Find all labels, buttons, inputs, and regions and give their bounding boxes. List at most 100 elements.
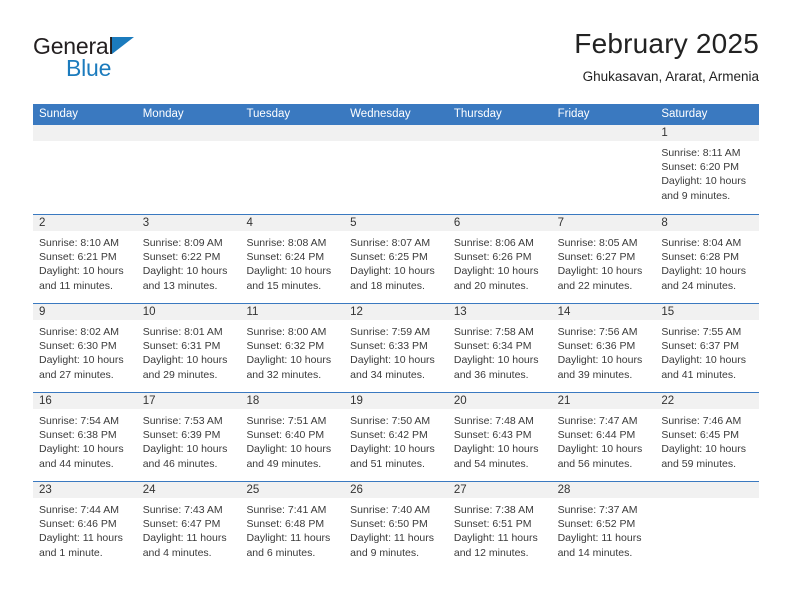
page-header: General Blue February 2025 Ghukasavan, A… <box>33 28 759 98</box>
sunrise-text: Sunrise: 7:38 AM <box>453 504 534 516</box>
daylight-text: Daylight: 11 hours and 6 minutes. <box>246 532 331 559</box>
daylight-text: Daylight: 10 hours and 56 minutes. <box>557 443 643 470</box>
day-cell-4[interactable]: 4 Sunrise: 8:08 AM Sunset: 6:24 PM Daylight… <box>240 215 345 303</box>
weekday-header-monday: Monday <box>142 108 184 120</box>
day-details: Sunrise: 8:00 AM Sunset: 6:32 PM Daylight:… <box>240 321 344 382</box>
day-number: 26 <box>350 484 363 496</box>
day-cell-28[interactable]: 28 Sunrise: 7:37 AM Sunset: 6:52 PM Dayligh… <box>551 482 656 570</box>
daylight-text: Daylight: 10 hours and 20 minutes. <box>453 265 539 292</box>
daylight-text: Daylight: 10 hours and 54 minutes. <box>453 443 539 470</box>
day-cell-1[interactable]: 1 Sunrise: 8:11 AM Sunset: 6:20 PM Daylight… <box>655 125 760 214</box>
day-cell-13[interactable]: 13 Sunrise: 7:58 AM Sunset: 6:34 PM Dayligh… <box>447 304 552 392</box>
brand-name-general: General <box>33 33 114 59</box>
daylight-text: Daylight: 10 hours and 41 minutes. <box>661 354 746 381</box>
day-cell-6[interactable]: 6 Sunrise: 8:06 AM Sunset: 6:26 PM Daylight… <box>447 215 552 303</box>
day-details: Sunrise: 7:58 AM Sunset: 6:34 PM Daylight:… <box>448 321 552 382</box>
day-cell-5[interactable]: 5 Sunrise: 8:07 AM Sunset: 6:25 PM Daylight… <box>344 215 448 303</box>
daylight-text: Daylight: 10 hours and 29 minutes. <box>142 354 228 381</box>
calendar-week-row: 2 Sunrise: 8:10 AM Sunset: 6:21 PM Daylight… <box>33 214 760 303</box>
sunset-text: Sunset: 6:36 PM <box>557 340 636 353</box>
sunset-text: Sunset: 6:50 PM <box>350 518 428 531</box>
day-details: Sunrise: 7:56 AM Sunset: 6:36 PM Daylight:… <box>552 321 656 382</box>
daylight-text: Daylight: 10 hours and 24 minutes. <box>661 265 746 292</box>
sunrise-text: Sunrise: 7:44 AM <box>39 504 119 516</box>
day-details: Sunrise: 7:47 AM Sunset: 6:44 PM Daylight:… <box>552 410 656 471</box>
sunrise-text: Sunrise: 7:51 AM <box>246 415 327 427</box>
day-number-band: 21 <box>551 393 656 410</box>
day-number-band: 22 <box>655 393 760 410</box>
daylight-text: Daylight: 10 hours and 18 minutes. <box>350 265 435 292</box>
day-cell-25[interactable]: 25 Sunrise: 7:41 AM Sunset: 6:48 PM Dayligh… <box>240 482 345 570</box>
sunset-text: Sunset: 6:52 PM <box>557 518 636 531</box>
day-number-band <box>136 125 241 142</box>
sunrise-text: Sunrise: 8:11 AM <box>661 147 741 159</box>
sunrise-text: Sunrise: 8:05 AM <box>557 237 638 249</box>
day-cell-11[interactable]: 11 Sunrise: 8:00 AM Sunset: 6:32 PM Dayligh… <box>240 304 345 392</box>
day-number: 25 <box>246 484 260 496</box>
day-number: 28 <box>557 484 571 496</box>
day-cell-22[interactable]: 22 Sunrise: 7:46 AM Sunset: 6:45 PM Dayligh… <box>655 393 760 481</box>
day-number: 27 <box>453 484 467 496</box>
day-cell-16[interactable]: 16 Sunrise: 7:54 AM Sunset: 6:38 PM Dayligh… <box>33 393 137 481</box>
day-cell-18[interactable]: 18 Sunrise: 7:51 AM Sunset: 6:40 PM Dayligh… <box>240 393 345 481</box>
calendar-week-row: 16 Sunrise: 7:54 AM Sunset: 6:38 PM Dayligh… <box>33 392 760 481</box>
day-details: Sunrise: 7:40 AM Sunset: 6:50 PM Daylight:… <box>344 499 448 560</box>
sunrise-text: Sunrise: 8:08 AM <box>246 237 327 249</box>
day-cell-10[interactable]: 10 Sunrise: 8:01 AM Sunset: 6:31 PM Dayligh… <box>136 304 241 392</box>
day-number: 21 <box>557 395 571 407</box>
sunrise-text: Sunrise: 8:07 AM <box>350 237 431 249</box>
day-number: 12 <box>350 306 363 318</box>
sunrise-text: Sunrise: 7:58 AM <box>453 326 534 338</box>
day-cell-15[interactable]: 15 Sunrise: 7:55 AM Sunset: 6:37 PM Dayligh… <box>655 304 760 392</box>
daylight-text: Daylight: 10 hours and 34 minutes. <box>350 354 435 381</box>
day-details: Sunrise: 7:53 AM Sunset: 6:39 PM Daylight:… <box>137 410 241 471</box>
day-number-band: 10 <box>136 304 241 321</box>
day-details: Sunrise: 7:59 AM Sunset: 6:33 PM Daylight:… <box>344 321 448 382</box>
day-cell-24[interactable]: 24 Sunrise: 7:43 AM Sunset: 6:47 PM Dayligh… <box>136 482 241 570</box>
day-cell-23[interactable]: 23 Sunrise: 7:44 AM Sunset: 6:46 PM Dayligh… <box>33 482 137 570</box>
day-details: Sunrise: 8:10 AM Sunset: 6:21 PM Daylight:… <box>33 232 137 293</box>
day-number-band: 17 <box>136 393 241 410</box>
daylight-text: Daylight: 10 hours and 22 minutes. <box>557 265 643 292</box>
sunset-text: Sunset: 6:32 PM <box>246 340 325 353</box>
day-cell-20[interactable]: 20 Sunrise: 7:48 AM Sunset: 6:43 PM Dayligh… <box>447 393 552 481</box>
day-number-band: 24 <box>136 482 241 499</box>
brand-logo[interactable]: General Blue <box>33 34 273 80</box>
weekday-header-tuesday: Tuesday <box>246 108 291 120</box>
daylight-text: Daylight: 11 hours and 4 minutes. <box>142 532 227 559</box>
day-details: Sunrise: 7:38 AM Sunset: 6:51 PM Daylight:… <box>448 499 552 560</box>
day-cell-27[interactable]: 27 Sunrise: 7:38 AM Sunset: 6:51 PM Dayligh… <box>447 482 552 570</box>
sunset-text: Sunset: 6:21 PM <box>39 251 117 264</box>
title-block: February 2025 Ghukasavan, Ararat, Armeni… <box>574 28 759 86</box>
day-details: Sunrise: 7:50 AM Sunset: 6:42 PM Daylight:… <box>344 410 448 471</box>
day-number: 14 <box>557 306 571 318</box>
day-cell-26[interactable]: 26 Sunrise: 7:40 AM Sunset: 6:50 PM Dayligh… <box>344 482 448 570</box>
brand-name-blue: Blue <box>66 55 112 81</box>
day-number-band: 5 <box>344 215 448 232</box>
day-cell-19[interactable]: 19 Sunrise: 7:50 AM Sunset: 6:42 PM Dayligh… <box>344 393 448 481</box>
daylight-text: Daylight: 11 hours and 14 minutes. <box>557 532 642 559</box>
day-number-band: 13 <box>447 304 552 321</box>
day-cell-12[interactable]: 12 Sunrise: 7:59 AM Sunset: 6:33 PM Dayligh… <box>344 304 448 392</box>
day-cell-9[interactable]: 9 Sunrise: 8:02 AM Sunset: 6:30 PM Daylight… <box>33 304 137 392</box>
sunrise-text: Sunrise: 7:48 AM <box>453 415 534 427</box>
day-cell-7[interactable]: 7 Sunrise: 8:05 AM Sunset: 6:27 PM Daylight… <box>551 215 656 303</box>
sunrise-text: Sunrise: 7:47 AM <box>557 415 638 427</box>
day-cell-14[interactable]: 14 Sunrise: 7:56 AM Sunset: 6:36 PM Dayligh… <box>551 304 656 392</box>
sunset-text: Sunset: 6:22 PM <box>142 251 221 264</box>
sunset-text: Sunset: 6:31 PM <box>142 340 221 353</box>
day-cell-8[interactable]: 8 Sunrise: 8:04 AM Sunset: 6:28 PM Daylight… <box>655 215 760 303</box>
sunset-text: Sunset: 6:46 PM <box>39 518 117 531</box>
day-cell-2[interactable]: 2 Sunrise: 8:10 AM Sunset: 6:21 PM Daylight… <box>33 215 137 303</box>
sunrise-text: Sunrise: 7:46 AM <box>661 415 742 427</box>
sunrise-text: Sunrise: 7:40 AM <box>350 504 431 516</box>
day-cell-empty <box>344 125 448 214</box>
day-cell-21[interactable]: 21 Sunrise: 7:47 AM Sunset: 6:44 PM Dayligh… <box>551 393 656 481</box>
day-number: 17 <box>142 395 156 407</box>
weekday-header-friday: Friday <box>557 108 590 120</box>
calendar-grid: Sunday Monday Tuesday Wednesday Thursday Frid… <box>33 104 760 570</box>
sunrise-text: Sunrise: 7:55 AM <box>661 326 742 338</box>
day-cell-17[interactable]: 17 Sunrise: 7:53 AM Sunset: 6:39 PM Dayligh… <box>136 393 241 481</box>
day-cell-3[interactable]: 3 Sunrise: 8:09 AM Sunset: 6:22 PM Daylight… <box>136 215 241 303</box>
day-number: 11 <box>246 306 259 318</box>
